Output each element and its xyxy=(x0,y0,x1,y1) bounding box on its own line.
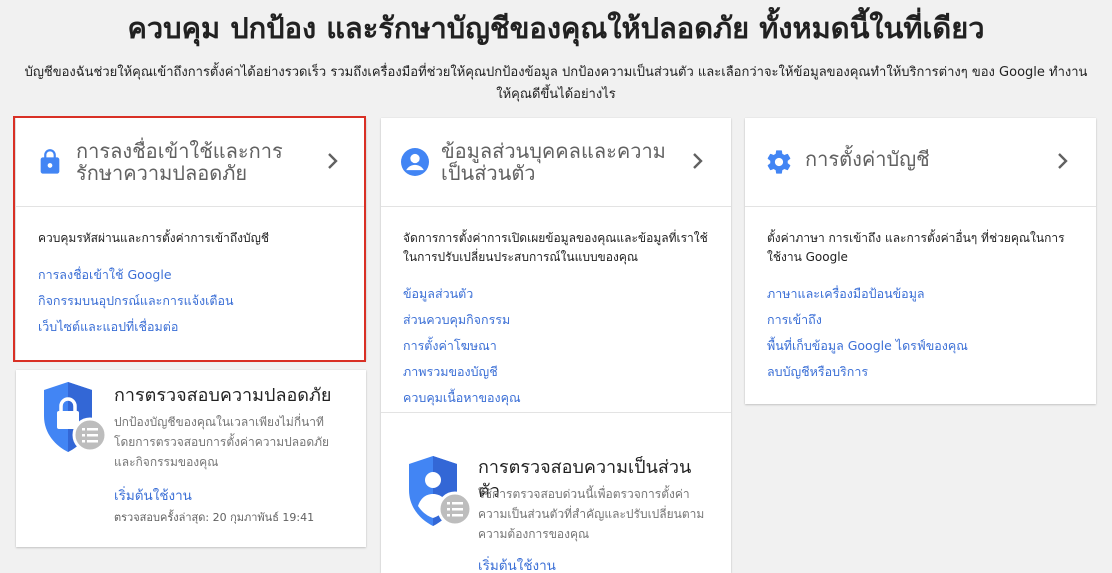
page-title: ควบคุม ปกป้อง และรักษาบัญชีของคุณให้ปลอด… xyxy=(127,11,985,45)
link-account-overview[interactable]: ภาพรวมของบัญชี xyxy=(403,359,711,385)
signin-security-card: การลงชื่อเข้าใช้และการรักษาความปลอดภัย ค… xyxy=(16,118,366,360)
privacy-shield-icon xyxy=(409,456,473,527)
account-preferences-card-header[interactable]: การตั้งค่าบัญชี xyxy=(745,118,1096,207)
person-icon xyxy=(401,148,429,176)
account-preferences-card-description: ตั้งค่าภาษา การเข้าถึง และการตั้งค่าอื่น… xyxy=(767,231,1065,264)
link-google-signin[interactable]: การลงชื่อเข้าใช้ Google xyxy=(38,262,346,288)
chevron-right-icon[interactable] xyxy=(691,152,705,170)
link-accessibility[interactable]: การเข้าถึง xyxy=(767,307,1076,333)
link-personal-info[interactable]: ข้อมูลส่วนตัว xyxy=(403,281,711,307)
account-preferences-card-title: การตั้งค่าบัญชี xyxy=(805,147,930,171)
gear-icon xyxy=(767,150,791,174)
signin-security-card-title: การลงชื่อเข้าใช้และการรักษาความปลอดภัย xyxy=(76,139,283,185)
link-language-input[interactable]: ภาษาและเครื่องมือป้อนข้อมูล xyxy=(767,281,1076,307)
link-device-activity[interactable]: กิจกรรมบนอุปกรณ์และการแจ้งเตือน xyxy=(38,288,346,314)
privacy-checkup-section: การตรวจสอบความเป็นส่วนตัว ใช้การตรวจสอบด… xyxy=(381,430,731,573)
account-home-page: ควบคุม ปกป้อง และรักษาบัญชีของคุณให้ปลอด… xyxy=(0,0,1112,573)
personal-info-privacy-card: ข้อมูลส่วนบุคคลและความเป็นส่วนตัว จัดการ… xyxy=(381,118,731,573)
page-subtitle: บัญชีของฉันช่วยให้คุณเข้าถึงการตั้งค่าได… xyxy=(24,65,1088,102)
personal-info-privacy-card-description: จัดการการตั้งค่าการเปิดเผยข้อมูลของคุณแล… xyxy=(403,231,708,264)
security-checkup-start-link[interactable]: เริ่มต้นใช้งาน xyxy=(114,486,192,506)
link-activity-controls[interactable]: ส่วนควบคุมกิจกรรม xyxy=(403,307,711,333)
security-shield-icon xyxy=(44,382,108,453)
security-checkup-title: การตรวจสอบความปลอดภัย xyxy=(114,385,332,406)
privacy-checkup-description: ใช้การตรวจสอบด่วนนี้เพื่อตรวจการตั้งค่าค… xyxy=(478,487,705,541)
chevron-right-icon[interactable] xyxy=(326,152,340,170)
link-drive-storage[interactable]: พื้นที่เก็บข้อมูล Google ไดรฟ์ของคุณ xyxy=(767,333,1076,359)
signin-security-card-description: ควบคุมรหัสผ่านและการตั้งค่าการเข้าถึงบัญ… xyxy=(38,231,269,245)
chevron-right-icon[interactable] xyxy=(1056,152,1070,170)
account-preferences-card: การตั้งค่าบัญชี ตั้งค่าภาษา การเข้าถึง แ… xyxy=(745,118,1096,404)
link-control-content[interactable]: ควบคุมเนื้อหาของคุณ xyxy=(403,385,711,411)
security-checkup-card: การตรวจสอบความปลอดภัย ปกป้องบัญชีของคุณใ… xyxy=(16,370,366,547)
personal-info-privacy-card-header[interactable]: ข้อมูลส่วนบุคคลและความเป็นส่วนตัว xyxy=(381,118,731,207)
personal-info-privacy-card-title: ข้อมูลส่วนบุคคลและความเป็นส่วนตัว xyxy=(441,139,666,185)
link-ad-settings[interactable]: การตั้งค่าโฆษณา xyxy=(403,333,711,359)
signin-security-card-header[interactable]: การลงชื่อเข้าใช้และการรักษาความปลอดภัย xyxy=(16,118,366,207)
privacy-checkup-start-link[interactable]: เริ่มต้นใช้งาน xyxy=(478,556,556,573)
link-delete-account[interactable]: ลบบัญชีหรือบริการ xyxy=(767,359,1076,385)
security-checkup-last-checked: ตรวจสอบครั้งล่าสุด: 20 กุมภาพันธ์ 19:41 xyxy=(114,511,315,524)
lock-icon xyxy=(40,149,60,174)
security-checkup-description: ปกป้องบัญชีของคุณในเวลาเพียงไม่กี่นาทีโด… xyxy=(114,415,330,469)
link-connected-apps[interactable]: เว็บไซต์และแอปที่เชื่อมต่อ xyxy=(38,314,346,340)
